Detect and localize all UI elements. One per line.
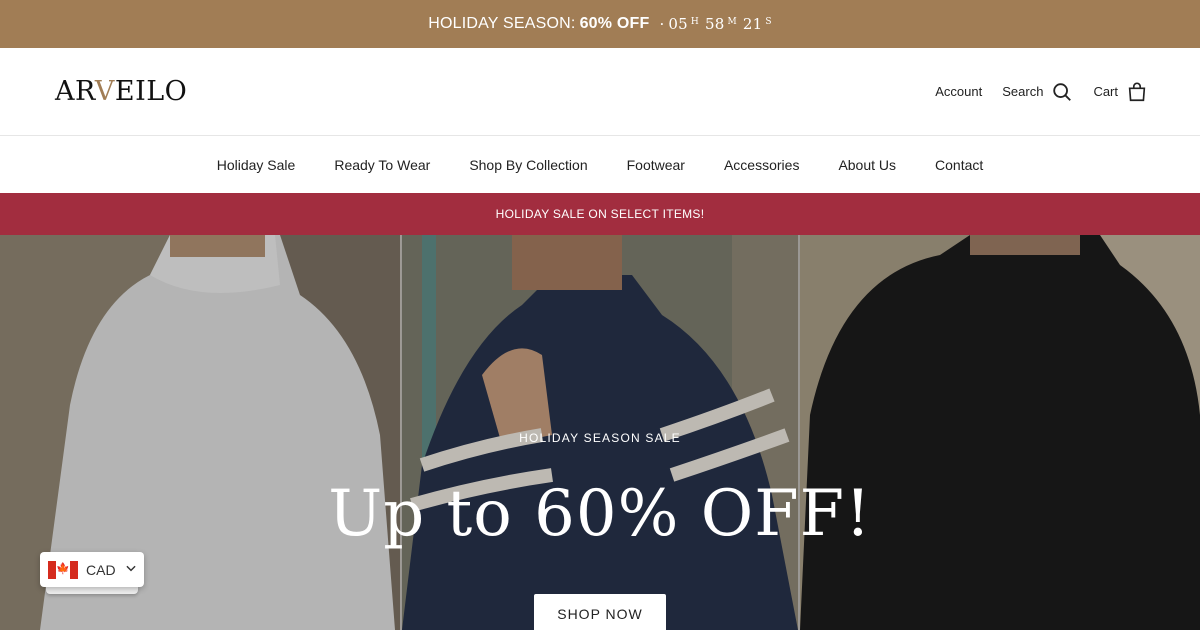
countdown-minutes: 58 [704, 15, 725, 33]
hero-title: Up to 60% OFF! [328, 477, 872, 551]
currency-selector-shadow [46, 586, 138, 594]
countdown-seconds-unit: S [765, 17, 772, 27]
countdown-separator: · [659, 15, 665, 33]
hero-banner: HOLIDAY SEASON SALE Up to 60% OFF! SHOP … [0, 235, 1200, 630]
shop-now-button[interactable]: SHOP NOW [534, 594, 666, 630]
shopping-bag-icon [1126, 81, 1148, 103]
sale-ribbon[interactable]: HOLIDAY SALE ON SELECT ITEMS! [0, 193, 1200, 235]
chevron-down-icon [124, 561, 138, 578]
account-label: Account [935, 84, 983, 99]
search-button[interactable]: Search [1002, 81, 1073, 103]
nav-item-holiday-sale[interactable]: Holiday Sale [217, 157, 296, 173]
nav-item-contact[interactable]: Contact [935, 157, 983, 173]
header-actions: Account Search Cart [935, 81, 1148, 103]
promo-offer: 60% OFF [579, 15, 650, 32]
account-link[interactable]: Account [935, 84, 982, 99]
nav-item-ready-to-wear[interactable]: Ready To Wear [334, 157, 430, 173]
logo-text-start: AR [55, 76, 95, 107]
search-icon [1051, 81, 1073, 103]
countdown-hours-unit: H [690, 17, 699, 27]
nav-item-shop-by-collection[interactable]: Shop By Collection [469, 157, 587, 173]
main-nav: Holiday Sale Ready To Wear Shop By Colle… [0, 137, 1200, 193]
brand-logo[interactable]: ARVEILO [55, 76, 187, 107]
logo-text-end: EILO [114, 76, 188, 107]
countdown-timer: · 05 H 58 M 21 S [659, 15, 771, 33]
promo-label: HOLIDAY SEASON: [428, 15, 576, 32]
hero-eyebrow: HOLIDAY SEASON SALE [519, 431, 681, 445]
sale-ribbon-text: HOLIDAY SALE ON SELECT ITEMS! [495, 207, 705, 221]
site-header: ARVEILO Account Search Cart [0, 48, 1200, 136]
promo-bar: HOLIDAY SEASON: 60% OFF · 05 H 58 M 21 S [0, 0, 1200, 48]
logo-text-accent: V [94, 76, 115, 107]
nav-item-accessories[interactable]: Accessories [724, 157, 799, 173]
countdown-seconds: 21 [742, 15, 763, 33]
currency-code: CAD [86, 561, 116, 578]
nav-item-about-us[interactable]: About Us [838, 157, 896, 173]
currency-selector[interactable]: 🍁 CAD [40, 552, 144, 587]
countdown-hours: 05 [668, 15, 688, 33]
cart-label: Cart [1093, 84, 1118, 99]
canada-flag-icon: 🍁 [48, 560, 78, 579]
nav-item-footwear[interactable]: Footwear [627, 157, 685, 173]
countdown-minutes-unit: M [727, 17, 737, 27]
search-label: Search [1002, 84, 1044, 99]
cart-button[interactable]: Cart [1093, 81, 1148, 103]
